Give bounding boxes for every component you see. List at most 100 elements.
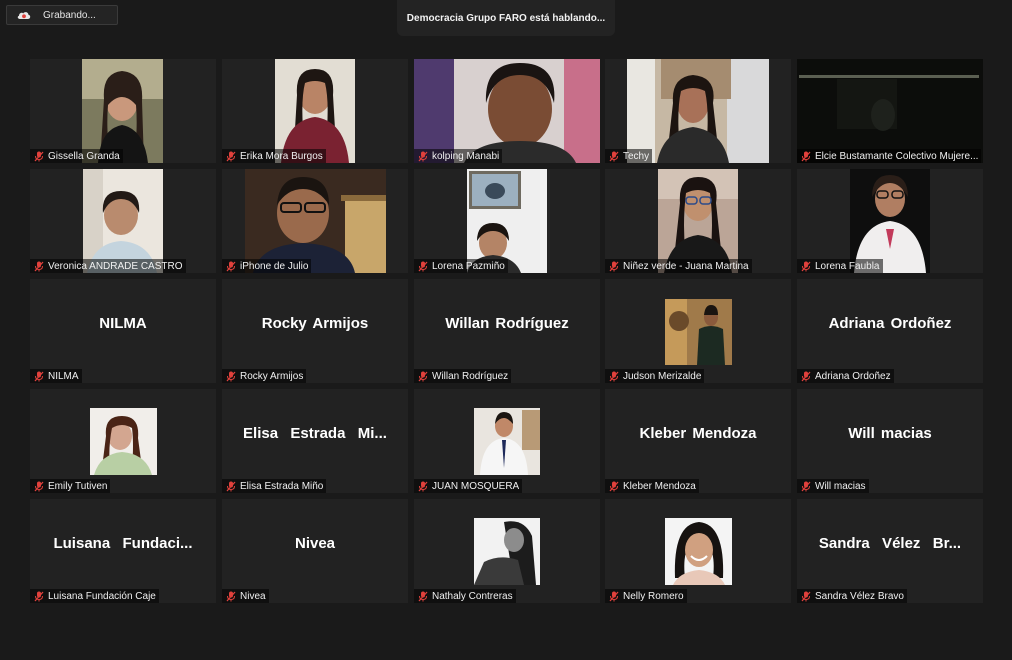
participant-video (474, 408, 540, 475)
muted-mic-icon (226, 371, 236, 381)
participant-name-label: Sandra Vélez Bravo (797, 589, 907, 603)
muted-mic-icon (609, 371, 619, 381)
participant-name-label: Emily Tutiven (30, 479, 111, 493)
participant-tile[interactable]: Lorena Pazmiño (414, 169, 600, 273)
muted-mic-icon (34, 151, 44, 161)
participant-video (275, 59, 355, 163)
participant-name-label: Erika Mora Burgos (222, 149, 326, 163)
participant-display-name: Kleber Mendoza (639, 425, 757, 442)
participant-tile[interactable]: JUAN MOSQUERA (414, 389, 600, 493)
participant-tile[interactable]: Gissella Granda (30, 59, 216, 163)
muted-mic-icon (226, 481, 236, 491)
participant-tile[interactable]: Nelly Romero (605, 499, 791, 603)
muted-mic-icon (609, 261, 619, 271)
participant-name-label: iPhone de Julio (222, 259, 312, 273)
participant-tile[interactable]: Erika Mora Burgos (222, 59, 408, 163)
participant-tile[interactable]: Rocky Armijos Rocky Armijos (222, 279, 408, 383)
participant-video (90, 408, 157, 475)
participant-name-label: Kleber Mendoza (605, 479, 699, 493)
cloud-record-icon (16, 9, 32, 21)
participant-tile[interactable]: Kleber Mendoza Kleber Mendoza (605, 389, 791, 493)
participant-name-label: Adriana Ordoñez (797, 369, 894, 383)
participant-video (245, 169, 386, 273)
participant-video (467, 169, 547, 273)
participant-name-label: Techy (605, 149, 653, 163)
participant-name-label: Gissella Granda (30, 149, 123, 163)
participant-name-label: Luisana Fundación Caje (30, 589, 159, 603)
muted-mic-icon (609, 481, 619, 491)
active-speaker-banner: Democracia Grupo FARO está hablando... (397, 0, 615, 36)
participant-display-name: Nivea (294, 535, 336, 552)
participant-name-label: Lorena Faubla (797, 259, 883, 273)
muted-mic-icon (34, 591, 44, 601)
participant-video (850, 169, 930, 273)
participant-tile[interactable]: Veronica ANDRADE CASTRO (30, 169, 216, 273)
participant-video (474, 518, 540, 585)
muted-mic-icon (801, 371, 811, 381)
participant-video (797, 59, 983, 163)
participant-name-label: Rocky Armijos (222, 369, 307, 383)
participant-name-label: Willan Rodríguez (414, 369, 512, 383)
participant-display-name: Luisana Fundaci... (53, 535, 193, 552)
participant-display-name: Sandra Vélez Br... (818, 535, 962, 552)
participant-name-label: NILMA (30, 369, 82, 383)
participant-display-name: Adriana Ordoñez (828, 315, 952, 332)
participant-name-label: Nivea (222, 589, 269, 603)
muted-mic-icon (609, 151, 619, 161)
muted-mic-icon (418, 151, 428, 161)
participant-display-name: Willan Rodríguez (445, 315, 569, 332)
participant-video (83, 169, 163, 273)
muted-mic-icon (801, 151, 811, 161)
participant-tile[interactable]: Emily Tutiven (30, 389, 216, 493)
participant-video (627, 59, 769, 163)
participant-tile[interactable]: kolping Manabi (414, 59, 600, 163)
participant-name-label: JUAN MOSQUERA (414, 479, 523, 493)
participant-tile[interactable]: Willan Rodríguez Willan Rodríguez (414, 279, 600, 383)
participant-tile[interactable]: Will macias Will macias (797, 389, 983, 493)
participant-display-name: Rocky Armijos (261, 315, 369, 332)
muted-mic-icon (801, 261, 811, 271)
participant-tile[interactable]: Techy (605, 59, 791, 163)
muted-mic-icon (418, 591, 428, 601)
participant-name-label: Veronica ANDRADE CASTRO (30, 259, 186, 273)
muted-mic-icon (418, 481, 428, 491)
participant-name-label: Nelly Romero (605, 589, 687, 603)
muted-mic-icon (226, 151, 236, 161)
participant-tile[interactable]: Nivea Nivea (222, 499, 408, 603)
muted-mic-icon (418, 261, 428, 271)
participant-name-label: Judson Merizalde (605, 369, 705, 383)
participant-tile[interactable]: Nathaly Contreras (414, 499, 600, 603)
muted-mic-icon (609, 591, 619, 601)
participant-video (414, 59, 600, 163)
participant-tile[interactable]: Adriana Ordoñez Adriana Ordoñez (797, 279, 983, 383)
participant-name-label: Lorena Pazmiño (414, 259, 508, 273)
participant-video (665, 518, 732, 585)
participant-name-label: Will macias (797, 479, 869, 493)
participant-tile[interactable]: Judson Merizalde (605, 279, 791, 383)
muted-mic-icon (801, 481, 811, 491)
recording-label: Grabando... (43, 9, 96, 21)
muted-mic-icon (34, 481, 44, 491)
muted-mic-icon (34, 371, 44, 381)
participant-tile[interactable]: Sandra Vélez Br... Sandra Vélez Bravo (797, 499, 983, 603)
participant-tile[interactable]: Lorena Faubla (797, 169, 983, 273)
participant-name-label: kolping Manabi (414, 149, 503, 163)
participant-tile[interactable]: Niñez verde - Juana Martina (605, 169, 791, 273)
muted-mic-icon (226, 261, 236, 271)
muted-mic-icon (801, 591, 811, 601)
muted-mic-icon (34, 261, 44, 271)
participant-tile[interactable]: NILMA NILMA (30, 279, 216, 383)
recording-indicator[interactable]: Grabando... (6, 5, 118, 25)
participant-name-label: Nathaly Contreras (414, 589, 516, 603)
participant-video (82, 59, 163, 163)
participant-display-name: NILMA (99, 315, 147, 332)
participant-tile[interactable]: iPhone de Julio (222, 169, 408, 273)
participant-display-name: Elisa Estrada Mi... (243, 425, 387, 442)
participant-name-label: Niñez verde - Juana Martina (605, 259, 752, 273)
participant-tile[interactable]: Elcie Bustamante Colectivo Mujere... (797, 59, 983, 163)
active-speaker-text: Democracia Grupo FARO está hablando... (406, 12, 606, 24)
participant-name-label: Elcie Bustamante Colectivo Mujere... (797, 149, 982, 163)
participant-tile[interactable]: Luisana Fundaci... Luisana Fundación Caj… (30, 499, 216, 603)
participant-video (658, 169, 738, 273)
participant-tile[interactable]: Elisa Estrada Mi... Elisa Estrada Miño (222, 389, 408, 493)
